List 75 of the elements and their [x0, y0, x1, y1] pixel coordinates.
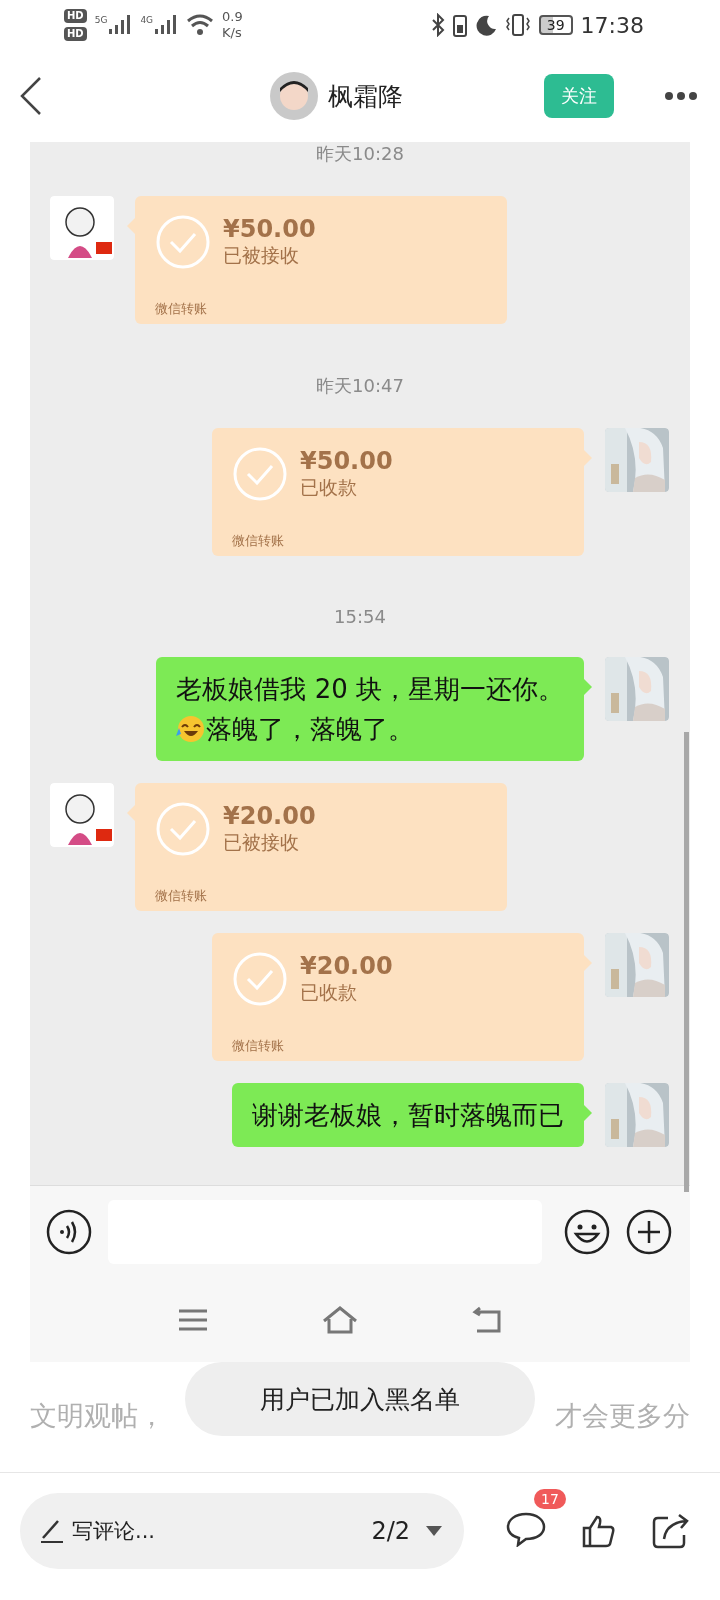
message-text: 谢谢老板娘，暂时落魄而已 [252, 1099, 564, 1132]
back-icon[interactable] [20, 77, 42, 115]
transfer-status: 已收款 [300, 980, 358, 1005]
network-label: 5G [94, 15, 108, 25]
transfer-amount: ¥20.00 [223, 802, 316, 830]
check-circle-icon [155, 214, 211, 270]
transfer-status: 已被接收 [223, 243, 300, 268]
transfer-label: 微信转账 [232, 532, 285, 550]
sim-label: HD [64, 9, 87, 23]
network-label: 4G [140, 15, 154, 25]
timestamp: 15:54 [333, 605, 387, 629]
timestamp: 昨天10:28 [315, 142, 405, 166]
check-circle-icon [232, 446, 288, 502]
transfer-status: 已被接收 [223, 830, 300, 855]
toast: 用户已加入黑名单 [185, 1362, 535, 1436]
wifi-icon [186, 14, 215, 36]
menu-icon[interactable] [178, 1308, 208, 1332]
speed-value: 0.9 [222, 9, 243, 25]
bubble-tail [127, 218, 135, 234]
emoji-icon[interactable] [564, 1209, 610, 1255]
speed-unit: K/s [222, 25, 243, 41]
page-indicator[interactable]: 2/2 [371, 1517, 410, 1545]
avatar [50, 196, 114, 260]
caret-icon[interactable] [426, 1525, 442, 1537]
voice-icon[interactable] [46, 1209, 92, 1255]
transfer-bubble[interactable]: ¥50.00 已被接收 微信转账 [135, 196, 507, 324]
sim-label: HD [64, 27, 87, 41]
pencil-icon [40, 1518, 64, 1544]
moon-icon [474, 14, 497, 36]
vibrate-icon [504, 13, 531, 37]
check-circle-icon [232, 951, 288, 1007]
laughing-face-icon [176, 714, 207, 744]
signal-icon [154, 15, 179, 35]
battery-indicator: 39 [538, 15, 573, 35]
thumbs-up-icon[interactable] [582, 1514, 616, 1548]
follow-button[interactable]: 关注 [544, 74, 614, 118]
transfer-bubble[interactable]: ¥20.00 已收款 微信转账 [212, 933, 584, 1061]
more-icon[interactable] [664, 91, 698, 101]
transfer-label: 微信转账 [155, 300, 208, 318]
comment-icon[interactable] [506, 1511, 546, 1547]
notice-text: 文明观帖， [30, 1399, 165, 1433]
bluetooth-icon [430, 13, 445, 37]
bubble-tail [584, 450, 592, 466]
notice-text: 才会更多分 [555, 1399, 690, 1433]
message-bubble[interactable]: 老板娘借我 20 块，星期一还你。 落魄了，落魄了。 [156, 657, 584, 761]
share-icon[interactable] [652, 1513, 690, 1549]
transfer-status: 已收款 [300, 475, 358, 500]
phone-battery-icon [452, 13, 467, 37]
message-text: 落魄了，落魄了。 [206, 713, 415, 746]
signal-icon [108, 15, 133, 35]
avatar[interactable] [270, 72, 318, 120]
transfer-bubble[interactable]: ¥20.00 已被接收 微信转账 [135, 783, 507, 911]
timestamp: 昨天10:47 [315, 374, 405, 398]
comment-count-badge: 17 [534, 1489, 566, 1509]
clock: 17:38 [580, 12, 644, 38]
comment-field[interactable]: 写评论... 2/2 [20, 1493, 464, 1569]
bubble-tail [584, 955, 592, 971]
message-text: 老板娘借我 20 块，星期一还你。 [176, 673, 564, 706]
transfer-amount: ¥20.00 [300, 952, 393, 980]
transfer-amount: ¥50.00 [300, 447, 393, 475]
bubble-tail [127, 805, 135, 821]
home-icon[interactable] [322, 1306, 358, 1334]
check-circle-icon [155, 801, 211, 857]
bubble-tail [584, 1105, 592, 1121]
bubble-tail [584, 679, 592, 695]
return-icon[interactable] [472, 1306, 502, 1334]
avatar [50, 783, 114, 847]
message-bubble[interactable]: 谢谢老板娘，暂时落魄而已 [232, 1083, 584, 1147]
user-name: 枫霜降 [328, 80, 403, 113]
transfer-bubble[interactable]: ¥50.00 已收款 微信转账 [212, 428, 584, 556]
plus-icon[interactable] [626, 1209, 672, 1255]
transfer-label: 微信转账 [155, 887, 208, 905]
comment-placeholder: 写评论... [72, 1518, 157, 1545]
transfer-amount: ¥50.00 [223, 215, 316, 243]
transfer-label: 微信转账 [232, 1037, 285, 1055]
